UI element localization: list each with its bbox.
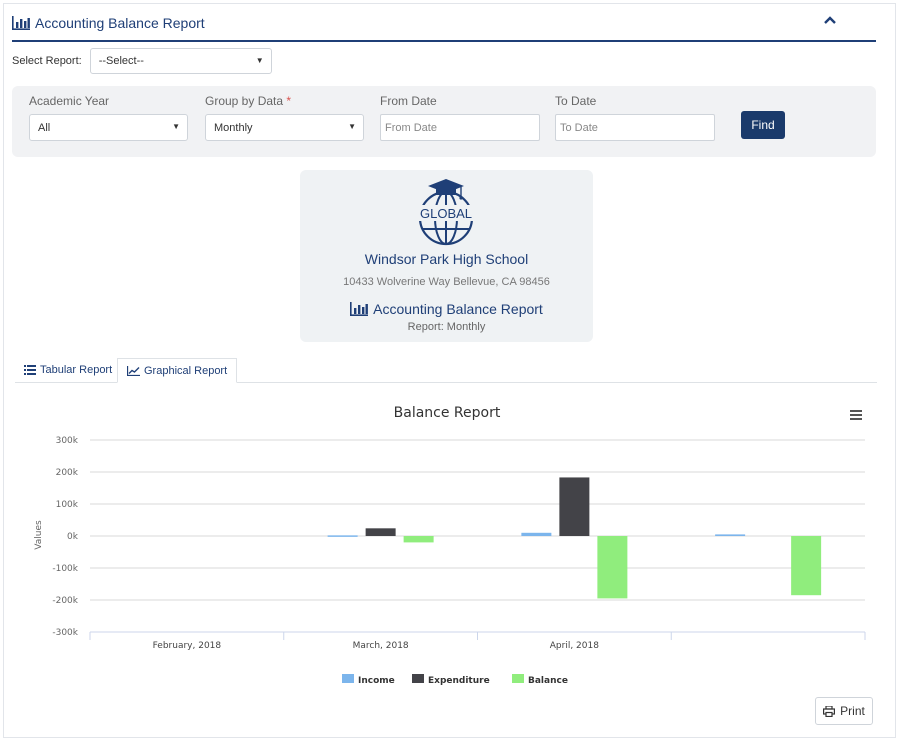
bar-income[interactable]	[327, 535, 358, 537]
bar-chart-icon	[12, 16, 30, 30]
from-date-input[interactable]: From Date	[380, 114, 540, 141]
academic-year-value: All	[38, 121, 51, 134]
y-axis-label: Values	[34, 520, 44, 550]
bar-expenditure[interactable]	[559, 477, 590, 536]
page-title-text: Accounting Balance Report	[35, 15, 205, 31]
y-tick-label: 100k	[56, 500, 79, 510]
from-date-group: From Date From Date	[380, 94, 540, 141]
legend-swatch	[342, 674, 354, 683]
report-select[interactable]: --Select-- ▼	[89, 48, 272, 74]
report-header: Accounting Balance Report	[12, 10, 876, 42]
bar-balance[interactable]	[597, 536, 628, 599]
y-tick-label: 200k	[56, 468, 79, 478]
school-card: GLOBAL Windsor Park High School 10433 Wo…	[300, 170, 593, 342]
bar-income[interactable]	[715, 534, 746, 536]
list-icon	[24, 364, 36, 375]
x-tick-label: April, 2018	[550, 641, 599, 651]
bar-balance[interactable]	[791, 536, 822, 596]
school-logo: GLOBAL	[417, 179, 475, 246]
legend-item-balance[interactable]: Balance	[528, 676, 568, 686]
legend-item-expenditure[interactable]: Expenditure	[428, 676, 490, 686]
legend-item-income[interactable]: Income	[358, 676, 395, 686]
print-button[interactable]: Print	[815, 697, 873, 725]
group-by-select[interactable]: Monthly ▼	[205, 114, 364, 141]
from-date-label: From Date	[380, 94, 437, 108]
dropdown-arrow-icon: ▼	[172, 122, 180, 131]
x-tick-label: February, 2018	[153, 641, 222, 651]
to-date-group: To Date To Date	[555, 94, 715, 141]
y-tick-label: -300k	[52, 628, 78, 638]
dropdown-arrow-icon: ▼	[348, 122, 356, 131]
bar-income[interactable]	[521, 532, 552, 536]
legend-swatch	[512, 674, 524, 683]
report-select-row: Select Report: --Select-- ▼	[12, 48, 272, 74]
group-by-group: Group by Data * Monthly ▼	[205, 94, 364, 141]
x-tick-label: March, 2018	[353, 641, 409, 651]
academic-year-group: Academic Year All ▼	[29, 94, 188, 141]
to-date-input[interactable]: To Date	[555, 114, 715, 141]
printer-icon	[823, 705, 836, 717]
dropdown-arrow-icon: ▼	[255, 56, 264, 65]
school-report-sub: Report: Monthly	[407, 321, 486, 333]
svg-text:GLOBAL: GLOBAL	[420, 206, 472, 221]
y-tick-label: 0k	[67, 532, 79, 542]
chart-svg: Balance Report Values 300k 200k 100k 0k -100…	[34, 405, 866, 686]
tab-graphical-report[interactable]: Graphical Report	[117, 358, 238, 383]
y-tick-label: -200k	[52, 596, 78, 606]
filter-panel: Academic Year All ▼ Group by Data * Mont…	[12, 86, 876, 157]
y-tick-label: 300k	[56, 436, 79, 446]
y-tick-label: -100k	[52, 564, 78, 574]
legend-swatch	[412, 674, 424, 683]
to-date-label: To Date	[555, 94, 597, 108]
tab-tabular-report[interactable]: Tabular Report	[15, 358, 121, 381]
school-report-title: Accounting Balance Report	[300, 301, 593, 317]
balance-chart: Balance Report Values 300k 200k 100k 0k -100…	[15, 392, 877, 692]
line-chart-icon	[127, 365, 140, 376]
bar-chart-icon	[350, 302, 369, 316]
chart-menu-icon[interactable]	[850, 410, 862, 420]
bar-balance[interactable]	[403, 536, 434, 543]
group-by-value: Monthly	[214, 121, 253, 134]
collapse-chevron-icon[interactable]	[824, 12, 836, 30]
school-name: Windsor Park High School	[364, 251, 529, 267]
report-select-label: Select Report:	[12, 55, 82, 67]
chart-title: Balance Report	[394, 405, 501, 421]
bar-expenditure[interactable]	[365, 528, 396, 536]
page-title: Accounting Balance Report	[12, 15, 205, 31]
find-button[interactable]: Find	[741, 111, 785, 139]
academic-year-select[interactable]: All ▼	[29, 114, 188, 141]
academic-year-label: Academic Year	[29, 94, 110, 108]
report-select-value: --Select--	[98, 55, 144, 67]
group-by-label: Group by Data *	[205, 94, 292, 108]
school-address: 10433 Wolverine Way Bellevue, CA 98456	[343, 276, 550, 288]
report-tabs: Tabular Report Graphical Report	[15, 358, 877, 383]
